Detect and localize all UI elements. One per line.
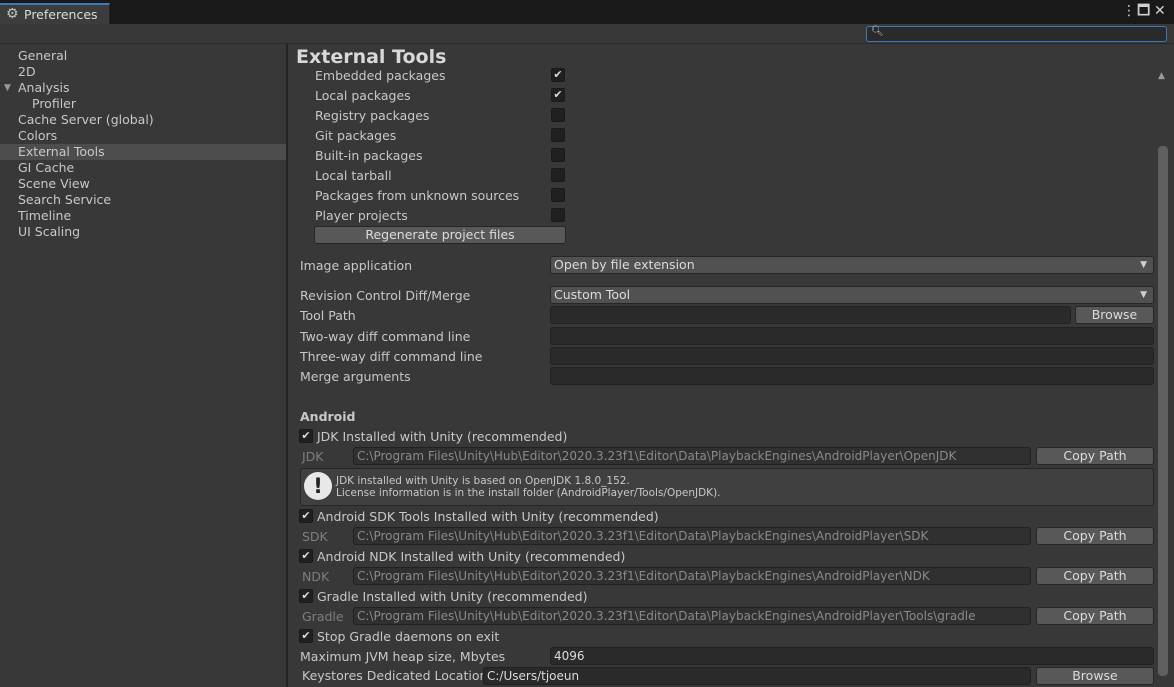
- stop-gradle-daemons-label: Stop Gradle daemons on exit: [317, 629, 500, 644]
- close-icon[interactable]: ✕: [1154, 3, 1166, 19]
- ndk-path-field: C:\Program Files\Unity\Hub\Editor\2020.3…: [353, 567, 1031, 585]
- search-input[interactable]: 🔍︎: [866, 26, 1167, 42]
- image-application-label: Image application: [300, 258, 413, 273]
- sidebar-item-gi-cache[interactable]: GI Cache: [0, 160, 286, 176]
- sidebar-item-ui-scaling[interactable]: UI Scaling: [0, 224, 286, 240]
- local-tarball-label: Local tarball: [315, 168, 392, 183]
- tool-path-browse-button[interactable]: Browse: [1075, 306, 1154, 324]
- regenerate-project-files-button[interactable]: Regenerate project files: [314, 226, 566, 244]
- more-options-icon[interactable]: ⋮: [1122, 3, 1136, 19]
- local-packages-label: Local packages: [315, 88, 411, 103]
- builtin-packages-checkbox[interactable]: [551, 148, 565, 162]
- merge-arguments-field[interactable]: [550, 367, 1154, 385]
- page-title: External Tools: [296, 46, 447, 68]
- gradle-label: Gradle: [302, 609, 344, 624]
- android-section-title: Android: [300, 409, 356, 424]
- local-tarball-checkbox[interactable]: [551, 168, 565, 182]
- sdk-label: SDK: [302, 529, 328, 544]
- scroll-up-icon[interactable]: ▲: [1158, 71, 1165, 81]
- preferences-tab[interactable]: ⚙ Preferences: [0, 3, 110, 24]
- ndk-copy-path-button[interactable]: Copy Path: [1036, 567, 1154, 585]
- tool-path-field[interactable]: [550, 306, 1071, 324]
- git-packages-label: Git packages: [315, 128, 397, 143]
- tool-path-label: Tool Path: [300, 308, 356, 323]
- jdk-path-field: C:\Program Files\Unity\Hub\Editor\2020.3…: [353, 447, 1031, 465]
- merge-arguments-label: Merge arguments: [300, 369, 411, 384]
- unknown-sources-checkbox[interactable]: [551, 188, 565, 202]
- jdk-info-line2: License information is in the install fo…: [336, 487, 721, 499]
- stop-gradle-daemons-checkbox[interactable]: ✔: [299, 629, 313, 643]
- jdk-info-line1: JDK installed with Unity is based on Ope…: [336, 475, 630, 487]
- sdk-installed-label: Android SDK Tools Installed with Unity (…: [317, 509, 659, 524]
- ndk-label: NDK: [302, 569, 330, 584]
- git-packages-checkbox[interactable]: [551, 128, 565, 142]
- jdk-installed-label: JDK Installed with Unity (recommended): [317, 429, 568, 444]
- sidebar-item-profiler[interactable]: Profiler: [0, 96, 286, 112]
- sidebar-item-analysis[interactable]: ▼ Analysis: [0, 80, 286, 96]
- player-projects-label: Player projects: [315, 208, 408, 223]
- search-row: 🔍︎: [0, 24, 1174, 44]
- chevron-down-icon: ▼: [1140, 290, 1147, 300]
- sidebar-item-scene-view[interactable]: Scene View: [0, 176, 286, 192]
- diff-merge-value: Custom Tool: [554, 287, 631, 302]
- gradle-installed-checkbox[interactable]: ✔: [299, 589, 313, 603]
- sidebar-item-external-tools[interactable]: External Tools: [0, 144, 286, 160]
- jvm-heap-label: Maximum JVM heap size, Mbytes: [300, 649, 506, 664]
- gradle-path-field: C:\Program Files\Unity\Hub\Editor\2020.3…: [353, 607, 1031, 625]
- diff-merge-label: Revision Control Diff/Merge: [300, 288, 471, 303]
- sidebar-item-timeline[interactable]: Timeline: [0, 208, 286, 224]
- sidebar-item-cache-server[interactable]: Cache Server (global): [0, 112, 286, 128]
- gradle-installed-label: Gradle Installed with Unity (recommended…: [317, 589, 588, 604]
- two-way-diff-label: Two-way diff command line: [300, 329, 471, 344]
- sidebar-item-2d[interactable]: 2D: [0, 64, 286, 80]
- diff-merge-dropdown[interactable]: Custom Tool ▼: [550, 286, 1154, 304]
- ndk-installed-checkbox[interactable]: ✔: [299, 549, 313, 563]
- search-icon: 🔍︎: [871, 26, 884, 37]
- sidebar: General 2D ▼ Analysis Profiler Cache Ser…: [0, 44, 286, 687]
- sidebar-item-colors[interactable]: Colors: [0, 128, 286, 144]
- window-title-bar: ⚙ Preferences ⋮ 🗖 ✕: [0, 0, 1174, 24]
- jdk-label: JDK: [302, 449, 324, 464]
- sdk-path-field: C:\Program Files\Unity\Hub\Editor\2020.3…: [353, 527, 1031, 545]
- ndk-installed-label: Android NDK Installed with Unity (recomm…: [317, 549, 626, 564]
- expand-arrow-icon[interactable]: ▼: [4, 80, 11, 96]
- gear-icon: ⚙: [6, 6, 19, 22]
- keystores-location-label: Keystores Dedicated Location: [302, 668, 488, 683]
- jdk-info-box: ! JDK installed with Unity is based on O…: [300, 468, 1154, 506]
- chevron-down-icon: ▼: [1140, 260, 1147, 270]
- sidebar-item-search-service[interactable]: Search Service: [0, 192, 286, 208]
- embedded-packages-label: Embedded packages: [315, 68, 446, 83]
- keystores-browse-button[interactable]: Browse: [1036, 667, 1154, 685]
- image-application-dropdown[interactable]: Open by file extension ▼: [550, 256, 1154, 274]
- player-projects-checkbox[interactable]: [551, 208, 565, 222]
- three-way-diff-label: Three-way diff command line: [300, 349, 483, 364]
- unknown-sources-label: Packages from unknown sources: [315, 188, 520, 203]
- keystores-location-field[interactable]: C:/Users/tjoeun: [483, 667, 1031, 685]
- jvm-heap-field[interactable]: 4096: [550, 647, 1154, 665]
- sidebar-item-general[interactable]: General: [0, 48, 286, 64]
- warning-icon: !: [304, 472, 332, 500]
- sdk-copy-path-button[interactable]: Copy Path: [1036, 527, 1154, 545]
- jdk-installed-checkbox[interactable]: ✔: [299, 429, 313, 443]
- two-way-diff-field[interactable]: [550, 327, 1154, 345]
- jdk-copy-path-button[interactable]: Copy Path: [1036, 447, 1154, 465]
- gradle-copy-path-button[interactable]: Copy Path: [1036, 607, 1154, 625]
- image-application-value: Open by file extension: [554, 257, 695, 272]
- sdk-installed-checkbox[interactable]: ✔: [299, 509, 313, 523]
- embedded-packages-checkbox[interactable]: ✔: [551, 68, 565, 82]
- three-way-diff-field[interactable]: [550, 347, 1154, 365]
- registry-packages-checkbox[interactable]: [551, 108, 565, 122]
- builtin-packages-label: Built-in packages: [315, 148, 423, 163]
- settings-panel: External Tools Embedded packages ✔ Local…: [288, 44, 1174, 687]
- registry-packages-label: Registry packages: [315, 108, 430, 123]
- local-packages-checkbox[interactable]: ✔: [551, 88, 565, 102]
- tab-title: Preferences: [24, 7, 98, 22]
- maximize-icon[interactable]: 🗖: [1137, 3, 1150, 19]
- scrollbar-thumb[interactable]: [1158, 146, 1168, 676]
